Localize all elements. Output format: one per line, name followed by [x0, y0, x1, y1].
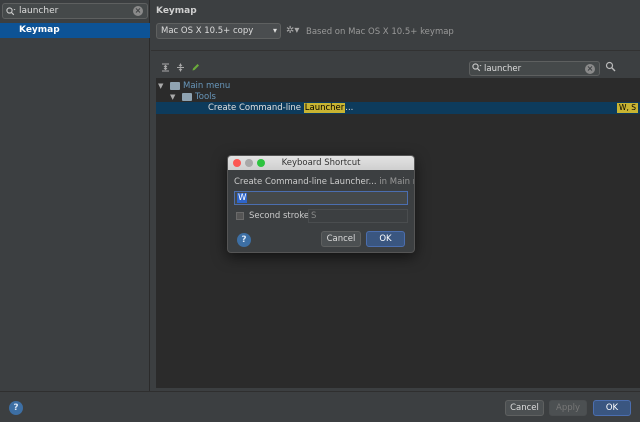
settings-search-input[interactable]: launcher: [19, 6, 133, 16]
keymap-select[interactable]: Mac OS X 10.5+ copy ▾: [156, 23, 281, 39]
gear-icon[interactable]: ✲▾: [286, 25, 299, 36]
ok-button[interactable]: OK: [593, 400, 631, 416]
sidebar-item-keymap[interactable]: Keymap: [0, 23, 150, 38]
clear-search-icon[interactable]: ×: [133, 6, 143, 16]
menu-folder-icon: [170, 82, 180, 90]
settings-sidebar: launcher × Keymap: [0, 0, 150, 391]
cancel-button[interactable]: Cancel: [505, 400, 544, 416]
expand-all-icon[interactable]: [161, 63, 170, 75]
tree-search-input[interactable]: launcher: [484, 64, 585, 74]
second-stroke-label: Second stroke:: [249, 211, 312, 221]
folder-icon: [182, 93, 192, 101]
clear-search-icon[interactable]: ×: [585, 63, 595, 74]
action-suffix: ...: [345, 103, 354, 113]
keymap-select-value: Mac OS X 10.5+ copy: [161, 26, 254, 36]
chevron-down-icon: ▾: [272, 26, 277, 35]
dialog-titlebar: Keyboard Shortcut: [228, 156, 414, 170]
tree-search-field[interactable]: launcher ×: [469, 61, 600, 76]
edit-shortcut-icon[interactable]: [191, 63, 200, 75]
shortcut-badge: W, S: [617, 103, 638, 113]
settings-search-field[interactable]: launcher ×: [2, 3, 148, 19]
close-window-icon[interactable]: [233, 159, 241, 167]
tree-row-label: Create Command-line Launcher...: [208, 102, 353, 114]
collapse-all-icon[interactable]: [176, 63, 185, 75]
help-icon[interactable]: ?: [9, 401, 23, 415]
page-title: Keymap: [156, 6, 197, 16]
divider: [151, 50, 640, 51]
action-prefix: Create Command-line: [208, 103, 304, 113]
search-icon: [3, 4, 19, 18]
help-icon[interactable]: ?: [237, 233, 251, 247]
dialog-title: Keyboard Shortcut: [281, 158, 361, 168]
second-stroke-checkbox[interactable]: [236, 212, 244, 220]
based-on-label: Based on Mac OS X 10.5+ keymap: [306, 27, 454, 37]
zoom-window-icon[interactable]: [257, 159, 265, 167]
apply-button[interactable]: Apply: [549, 400, 587, 416]
find-shortcut-icon[interactable]: [605, 61, 616, 75]
second-stroke-field[interactable]: S: [308, 209, 408, 223]
minimize-window-icon[interactable]: [245, 159, 253, 167]
dialog-ok-button[interactable]: OK: [366, 231, 405, 247]
keyboard-shortcut-dialog: Keyboard Shortcut Create Command-line La…: [227, 155, 415, 253]
tree-row-action[interactable]: Create Command-line Launcher... W, S: [156, 102, 640, 114]
action-name: Create Command-line Launcher...: [234, 177, 377, 187]
action-context: in Main menu: [379, 177, 414, 187]
search-icon: [470, 62, 484, 75]
first-stroke-field[interactable]: W: [234, 191, 408, 205]
dialog-cancel-button[interactable]: Cancel: [321, 231, 361, 247]
dialog-description: Create Command-line Launcher... in Main …: [234, 177, 414, 187]
search-match-highlight: Launcher: [303, 103, 346, 113]
first-stroke-value: W: [237, 193, 248, 203]
settings-footer: ? Cancel Apply OK: [0, 391, 640, 422]
